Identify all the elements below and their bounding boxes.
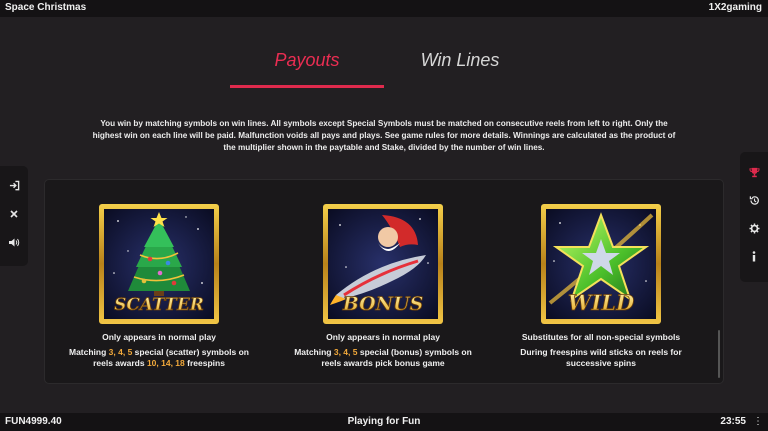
- payout-description: You win by matching symbols on win lines…: [92, 119, 676, 152]
- settings-gear-icon: [748, 222, 760, 234]
- exit-icon: [9, 180, 19, 190]
- brand-name: 1X2gaming: [708, 2, 762, 13]
- scatter-word: SCATTER: [114, 295, 204, 315]
- bonus-desc-text: Matching: [294, 347, 334, 357]
- santa-spaceship-bonus-icon: BONUS: [323, 204, 443, 324]
- scatter-desc-text: special (scatter) symbols on: [132, 347, 249, 357]
- close-button[interactable]: [0, 203, 28, 225]
- sound-button[interactable]: [0, 231, 28, 253]
- star-wild-icon: WILD: [541, 204, 661, 324]
- wild-desc-text: During freespins wild sticks on reels fo…: [520, 347, 682, 357]
- scatter-headline: Only appears in normal play: [102, 332, 216, 342]
- bonus-desc-text: reels awards pick bonus game: [321, 358, 445, 368]
- wild-word: WILD: [568, 290, 635, 315]
- scatter-symbol-card: SCATTER Only appears in normal play Matc…: [69, 203, 249, 369]
- paytable-button[interactable]: [740, 161, 768, 183]
- exit-button[interactable]: [0, 174, 28, 196]
- trophy-icon: [748, 167, 760, 177]
- wild-desc-text: successive spins: [566, 358, 636, 368]
- symbols-panel: SCATTER Only appears in normal play Matc…: [44, 179, 724, 384]
- history-button[interactable]: [740, 189, 768, 211]
- wild-symbol-card: WILD Substitutes for all non-special sym…: [511, 203, 691, 369]
- scatter-desc-text: freespins: [184, 358, 225, 368]
- panel-scrollbar[interactable]: [718, 330, 720, 378]
- menu-dots-icon[interactable]: ⋮: [753, 416, 763, 427]
- history-icon: [749, 195, 759, 205]
- bonus-description: Matching 3, 4, 5 special (bonus) symbols…: [293, 347, 473, 369]
- game-title: Space Christmas: [5, 2, 87, 13]
- bottom-bar: FUN4999.40 Playing for Fun 23:55 ⋮: [0, 413, 768, 431]
- bonus-desc-text: special (bonus) symbols on: [357, 347, 472, 357]
- sound-icon: [9, 238, 20, 246]
- tab-win-lines[interactable]: Win Lines: [400, 50, 520, 71]
- wild-description: During freespins wild sticks on reels fo…: [511, 347, 691, 369]
- scatter-desc-text: Matching: [69, 347, 109, 357]
- clock-display: 23:55: [720, 416, 746, 427]
- tab-payouts[interactable]: Payouts: [230, 50, 384, 71]
- active-tab-underline: [230, 85, 384, 88]
- scatter-desc-text: reels awards: [93, 358, 147, 368]
- top-bar: Space Christmas 1X2gaming: [0, 0, 768, 17]
- bonus-headline: Only appears in normal play: [326, 332, 440, 342]
- close-icon: [10, 210, 18, 218]
- wild-headline: Substitutes for all non-special symbols: [521, 332, 681, 342]
- scatter-freespin-values: 10, 14, 18: [146, 358, 185, 368]
- scatter-description: Matching 3, 4, 5 special (scatter) symbo…: [69, 347, 249, 369]
- tab-bar: Payouts Win Lines: [0, 42, 768, 92]
- bonus-symbol-counts: 3, 4, 5: [333, 347, 358, 357]
- christmas-tree-scatter-icon: SCATTER: [99, 204, 219, 324]
- info-icon: [752, 250, 756, 261]
- play-mode-label: Playing for Fun: [347, 416, 421, 427]
- settings-button[interactable]: [740, 217, 768, 239]
- bonus-symbol-card: BONUS Only appears in normal play Matchi…: [293, 203, 473, 369]
- left-sidebar: [0, 166, 28, 266]
- info-button[interactable]: [740, 245, 768, 267]
- scatter-symbol-counts: 3, 4, 5: [108, 347, 133, 357]
- bonus-word: BONUS: [342, 293, 424, 315]
- right-sidebar: [740, 152, 768, 282]
